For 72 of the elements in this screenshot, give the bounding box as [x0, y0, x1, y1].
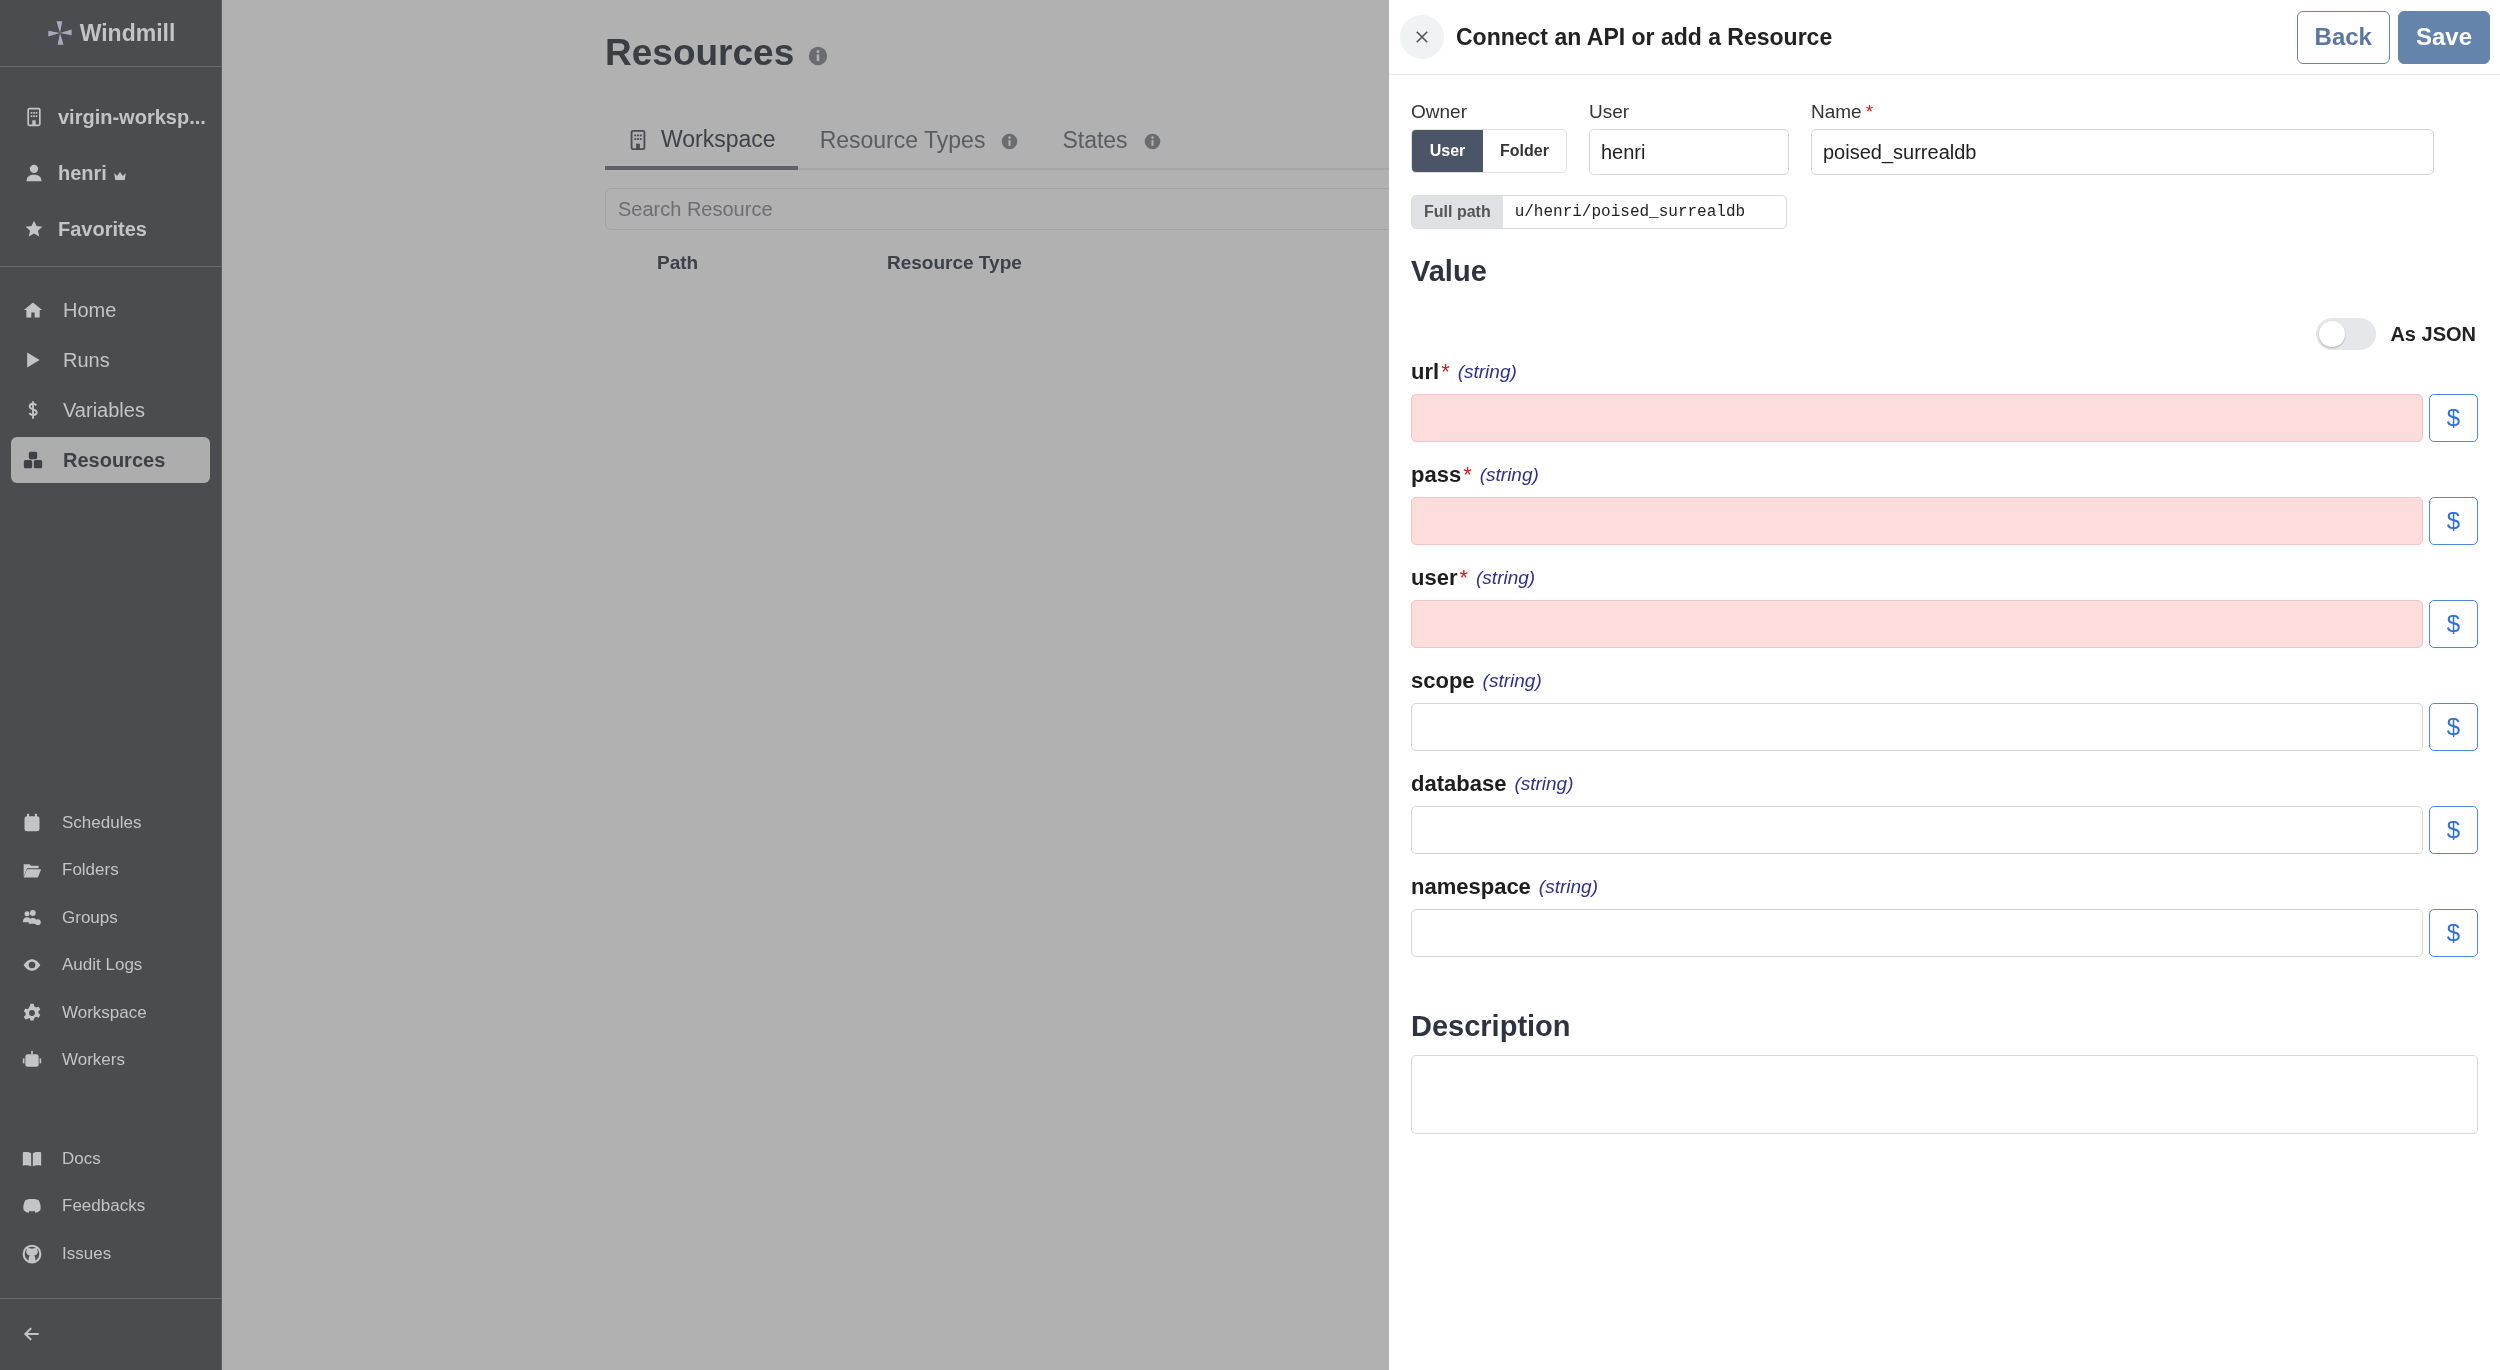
column-header: Resource Type	[887, 252, 1023, 274]
nav-item[interactable]: Groups	[22, 894, 199, 942]
text-field[interactable]	[1411, 394, 2423, 442]
nav-item[interactable]: Schedules	[22, 799, 199, 847]
user-field[interactable]: henri	[1589, 129, 1789, 175]
variable-button[interactable]: $	[2429, 600, 2478, 648]
text-field[interactable]	[1411, 497, 2423, 545]
sidebar-item[interactable]: Favorites	[0, 201, 221, 257]
people-icon	[22, 907, 42, 928]
full-path-value: u/henri/poised_surrealdb	[1513, 202, 1747, 223]
gear-icon	[22, 1002, 42, 1023]
nav-item[interactable]: Workers	[22, 1036, 199, 1084]
toggle-option[interactable]: Folder	[1483, 130, 1566, 172]
section-heading: Description	[1411, 1010, 1572, 1043]
field-label: namespace (string)	[1411, 873, 1599, 901]
nav-item[interactable]: Home	[11, 287, 210, 333]
variable-button[interactable]: $	[2429, 394, 2478, 442]
text-field[interactable]	[1411, 909, 2423, 957]
info-icon	[808, 46, 829, 66]
calendar-icon	[22, 812, 42, 833]
field-label: Name *	[1811, 101, 1875, 123]
info-icon	[1143, 133, 1161, 150]
save-button[interactable]: Save	[2397, 10, 2490, 64]
field-label: user* (string)	[1411, 564, 1537, 592]
nav-item[interactable]: Resources	[11, 437, 210, 483]
toggle-option[interactable]: User	[1412, 130, 1483, 172]
building-icon	[24, 107, 44, 127]
close-button[interactable]	[1400, 15, 1444, 59]
full-path-label: Full path	[1412, 196, 1503, 228]
variable-button[interactable]: $	[2429, 806, 2478, 854]
close-icon	[1413, 28, 1431, 46]
tab[interactable]: Workspace	[605, 112, 798, 170]
column-header: Path	[657, 252, 700, 274]
description-field[interactable]	[1411, 1055, 2478, 1134]
field-label: url* (string)	[1411, 358, 1518, 386]
variable-button[interactable]: $	[2429, 703, 2478, 751]
toggle-switch[interactable]	[2316, 318, 2377, 350]
tab[interactable]: States	[1040, 112, 1183, 170]
windmill-logo-icon	[45, 19, 74, 47]
field-label: scope (string)	[1411, 667, 1543, 695]
name-field[interactable]: poised_surrealdb	[1811, 129, 2434, 175]
text-field[interactable]	[1411, 703, 2423, 751]
variable-button[interactable]: $	[2429, 497, 2478, 545]
star-icon	[24, 219, 44, 239]
user-icon	[24, 163, 44, 183]
sidebar-item[interactable]: virgin-worksp...	[0, 89, 221, 145]
nav-item[interactable]: Audit Logs	[22, 941, 199, 989]
nav-item[interactable]: Variables	[11, 387, 210, 433]
sidebar-item[interactable]: henri	[0, 145, 221, 201]
back-button[interactable]: Back	[2296, 10, 2390, 64]
cubes-icon	[23, 450, 43, 470]
field-label: database (string)	[1411, 770, 1575, 798]
text-field[interactable]	[1411, 600, 2423, 648]
field-label: User	[1589, 101, 1631, 123]
nav-item[interactable]: Workspace	[22, 989, 199, 1037]
variable-button[interactable]: $	[2429, 909, 2478, 957]
nav-item[interactable]: Runs	[11, 337, 210, 383]
page-title: Resources	[605, 32, 795, 74]
tab[interactable]: Resource Types	[797, 112, 1041, 170]
section-heading: Value	[1411, 255, 1488, 288]
home-icon	[23, 300, 43, 320]
field-label: pass* (string)	[1411, 461, 1540, 489]
nav-link[interactable]: Docs	[22, 1135, 199, 1183]
info-icon	[1001, 133, 1019, 150]
logo-text: Windmill	[79, 19, 176, 47]
drawer-title: Connect an API or add a Resource	[1456, 23, 1833, 51]
nav-item[interactable]: Folders	[22, 846, 199, 894]
nav-link[interactable]: Feedbacks	[22, 1182, 199, 1230]
nav-link[interactable]: Issues	[22, 1230, 199, 1278]
toggle-label: As JSON	[2390, 322, 2476, 346]
text-field[interactable]	[1411, 806, 2423, 854]
field-label: Owner	[1411, 101, 1468, 123]
